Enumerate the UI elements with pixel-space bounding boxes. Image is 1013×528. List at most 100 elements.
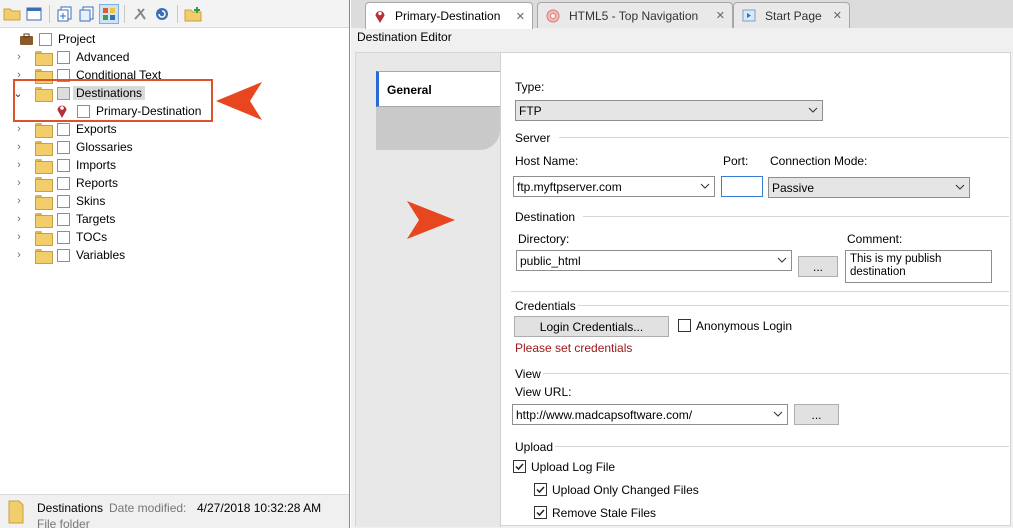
upload-log-checkbox[interactable] [513,460,526,473]
checkbox[interactable] [57,230,70,244]
new-folder-icon[interactable] [183,4,203,24]
mode-value: Passive [772,181,815,195]
destination-section-label: Destination [515,210,576,224]
chevron-right-icon[interactable]: › [13,177,25,189]
refresh-icon[interactable] [152,4,172,24]
login-button-label: Login Credentials... [539,320,644,334]
destination-divider [583,216,1009,217]
connection-mode-dropdown[interactable]: Passive [768,177,970,198]
port-input[interactable] [721,176,763,197]
chevron-down-icon [773,411,783,417]
tree-item-targets[interactable]: › Targets [0,210,349,228]
tree-item-advanced[interactable]: › Advanced [0,48,349,66]
target-icon [546,9,560,22]
checkbox[interactable] [57,140,70,154]
tab-primary-destination[interactable]: Primary-Destination ✕ [365,2,533,29]
editor-pane: Primary-Destination ✕ HTML5 - Top Naviga… [351,0,1013,528]
browse-label: ... [812,260,823,274]
directory-value: public_html [520,254,581,268]
pointer-arrow-icon [407,201,455,239]
tree-item-glossaries[interactable]: › Glossaries [0,138,349,156]
status-type: File folder [37,517,90,528]
tab-start-page[interactable]: Start Page ✕ [733,2,850,28]
tree-item-variables[interactable]: › Variables [0,246,349,264]
checkbox[interactable] [57,176,70,190]
tree-item-reports[interactable]: › Reports [0,174,349,192]
tree-item-label: Advanced [76,50,130,64]
comment-textbox[interactable]: This is my publish destination [845,250,992,283]
checkbox[interactable] [57,212,70,226]
tab-general[interactable]: General [376,71,500,107]
directory-browse-button[interactable]: ... [798,256,838,277]
tab-shadow [376,106,500,150]
status-modified-label: Date modified: [109,501,187,515]
add-file-icon[interactable] [55,4,75,24]
comment-value: This is my publish destination [850,253,942,278]
scissors-icon[interactable] [130,4,150,24]
chevron-right-icon[interactable]: › [13,141,25,153]
host-name-dropdown[interactable]: ftp.myftpserver.com [513,176,715,197]
tree-item-tocs[interactable]: › TOCs [0,228,349,246]
checkbox[interactable] [57,194,70,208]
tree-root-project[interactable]: Project [0,30,349,48]
checkbox[interactable] [39,32,52,46]
chevron-right-icon[interactable]: › [13,249,25,261]
tree-item-imports[interactable]: › Imports [0,156,349,174]
close-icon[interactable]: ✕ [833,9,842,22]
view-url-browse-button[interactable]: ... [794,404,839,425]
tree-item-label: Targets [76,212,116,226]
organizer-toolbar [0,0,349,28]
copy-file-icon[interactable] [77,4,97,24]
document-tabs: Primary-Destination ✕ HTML5 - Top Naviga… [351,0,1013,29]
view-url-dropdown[interactable]: http://www.madcapsoftware.com/ [512,404,788,425]
tree-item-label: Exports [76,122,117,136]
tree-item-exports[interactable]: › Exports [0,120,349,138]
folder-icon [35,140,53,156]
port-label: Port: [723,154,749,168]
chevron-right-icon[interactable]: › [13,123,25,135]
checkbox[interactable] [57,122,70,136]
checkbox[interactable] [57,248,70,262]
open-folder-icon[interactable] [2,4,22,24]
view-url-value: http://www.madcapsoftware.com/ [516,408,693,422]
tab-html5-top-navigation[interactable]: HTML5 - Top Navigation ✕ [537,2,733,28]
host-label: Host Name: [515,154,579,168]
checkbox[interactable] [57,158,70,172]
chevron-right-icon[interactable]: › [13,195,25,207]
close-icon[interactable]: ✕ [516,10,525,23]
remove-stale-checkbox[interactable] [534,506,547,519]
window-icon[interactable] [24,4,44,24]
upload-log-label: Upload Log File [531,460,616,474]
status-bar: Destinations Date modified: 4/27/2018 10… [0,494,349,528]
chevron-down-icon [777,257,787,263]
directory-dropdown[interactable]: public_html [516,250,792,271]
anonymous-login-checkbox[interactable] [678,319,691,332]
folder-icon [35,212,53,228]
folder-icon [35,230,53,246]
upload-divider [555,446,1009,447]
chevron-right-icon[interactable]: › [13,159,25,171]
view-browse-label: ... [811,408,822,422]
close-icon[interactable]: ✕ [716,9,725,22]
checkbox[interactable] [57,50,70,64]
remove-stale-label: Remove Stale Files [552,506,657,520]
chevron-down-icon [808,107,818,113]
chevron-right-icon[interactable]: › [13,51,25,63]
type-dropdown[interactable]: FTP [515,100,823,121]
tab-label: HTML5 - Top Navigation [569,8,699,23]
chevron-right-icon[interactable]: › [13,231,25,243]
upload-section-label: Upload [515,440,554,454]
folder-icon [35,158,53,174]
view-section-label: View [515,367,541,381]
credentials-divider [578,305,1009,306]
chevron-down-icon [700,183,710,189]
chevron-right-icon[interactable]: › [13,213,25,225]
grid-view-icon[interactable] [99,3,119,24]
login-credentials-button[interactable]: Login Credentials... [514,316,669,337]
tree-item-skins[interactable]: › Skins [0,192,349,210]
pointer-arrow-icon [216,82,262,120]
tab-label: Primary-Destination [395,9,501,23]
upload-changed-checkbox[interactable] [534,483,547,496]
highlight-box [13,79,213,122]
credentials-warning: Please set credentials [515,341,633,355]
